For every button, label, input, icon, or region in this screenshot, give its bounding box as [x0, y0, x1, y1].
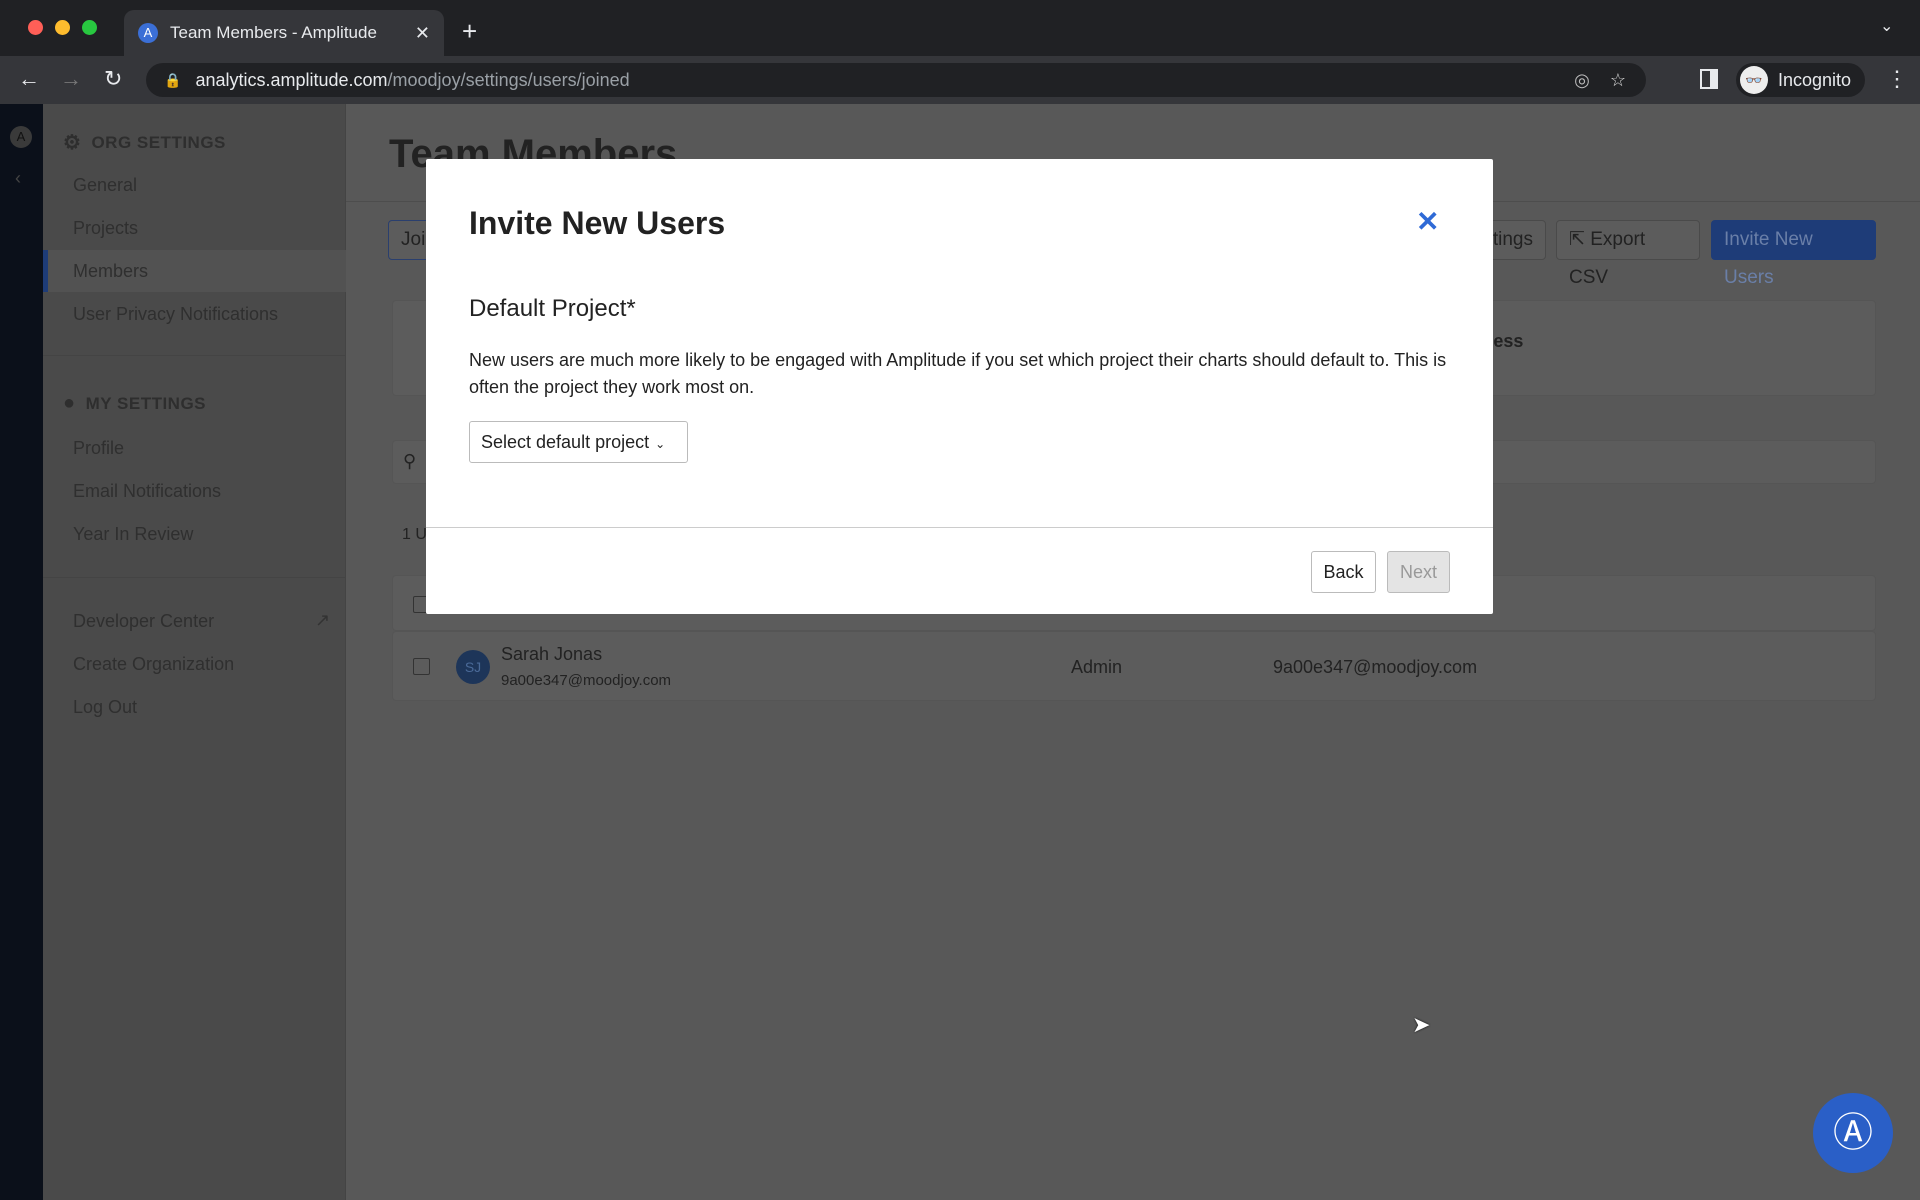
amplitude-favicon-icon: A [138, 23, 158, 43]
row-checkbox[interactable] [413, 658, 430, 675]
close-icon[interactable]: ✕ [1416, 205, 1439, 238]
sidebar-item-profile[interactable]: Profile [43, 427, 346, 469]
external-link-icon: ↗ [315, 610, 331, 630]
sidebar-item-year-in-review[interactable]: Year In Review [43, 513, 346, 555]
invite-users-modal: Invite New Users ✕ Default Project* New … [426, 159, 1493, 614]
collapse-chevron-icon[interactable]: ‹ [15, 168, 21, 189]
divider [43, 355, 346, 356]
sidebar-item-user-privacy-notifications[interactable]: User Privacy Notifications [43, 293, 346, 335]
lock-icon: 🔒 [164, 71, 182, 88]
browser-toolbar: ← → ↻ 🔒 analytics.amplitude.com/moodjoy/… [0, 56, 1920, 104]
close-window-button[interactable] [28, 20, 43, 35]
sidebar-item-general[interactable]: General [43, 164, 346, 206]
my-settings-heading: ● MY SETTINGS [63, 392, 206, 415]
amplitude-help-button[interactable]: Ⓐ [1813, 1093, 1893, 1173]
default-project-select[interactable]: Select default project ⌄ [469, 421, 688, 463]
profile-label: Incognito [1778, 69, 1852, 90]
back-button[interactable]: Back [1311, 551, 1376, 593]
reload-icon[interactable]: ↻ [104, 66, 122, 92]
settings-sidebar: ⚙ ORG SETTINGS General Projects Members U… [43, 104, 346, 1200]
browser-tab[interactable]: A Team Members - Amplitude ✕ [124, 10, 444, 56]
org-settings-label: ORG SETTINGS [91, 132, 226, 152]
browser-tab-bar: A Team Members - Amplitude ✕ + ⌄ [0, 0, 1920, 56]
back-arrow-icon[interactable]: ← [18, 66, 40, 92]
chevron-down-icon: ⌄ [655, 437, 666, 451]
export-csv-button[interactable]: ⇱ Export CSV [1556, 220, 1700, 288]
sidebar-item-log-out[interactable]: Log Out [43, 686, 346, 728]
user-count: 1 U [402, 526, 427, 543]
modal-title: Invite New Users [469, 205, 726, 241]
forward-arrow-icon[interactable]: → [60, 66, 82, 92]
default-project-description: New users are much more likely to be eng… [469, 350, 1447, 397]
side-panel-icon[interactable] [1700, 69, 1718, 89]
address-bar[interactable]: 🔒 analytics.amplitude.com/moodjoy/settin… [146, 63, 1646, 97]
search-icon: ⚲ [403, 451, 417, 471]
user-circle-icon: ● [63, 392, 76, 414]
next-button[interactable]: Next [1387, 551, 1450, 593]
star-icon[interactable]: ☆ [1610, 70, 1626, 91]
menu-kebab-icon[interactable]: ⋮ [1886, 66, 1908, 92]
incognito-icon: 👓 [1740, 66, 1768, 94]
sidebar-item-developer-center[interactable]: Developer Center [43, 600, 346, 642]
url-host: analytics.amplitude.com [195, 69, 388, 90]
user-email-column: 9a00e347@moodjoy.com [1273, 657, 1478, 677]
tab-title: Team Members - Amplitude [170, 23, 377, 42]
sidebar-item-projects[interactable]: Projects [43, 207, 346, 249]
user-name: Sarah Jonas [501, 644, 603, 664]
invite-new-users-button[interactable]: Invite New Users [1711, 220, 1876, 288]
tab-search-chevron-icon[interactable]: ⌄ [1880, 16, 1893, 36]
amplitude-logo-icon: Ⓐ [1833, 1111, 1873, 1155]
user-email: 9a00e347@moodjoy.com [501, 672, 672, 689]
export-icon: ⇱ [1569, 229, 1591, 250]
default-project-label: Default Project* [469, 295, 636, 322]
close-tab-icon[interactable]: ✕ [415, 23, 430, 44]
amplitude-logo-icon[interactable]: A [10, 126, 32, 148]
table-row: SJ Sarah Jonas 9a00e347@moodjoy.com Admi… [392, 631, 1876, 701]
divider [43, 577, 346, 578]
avatar: SJ [456, 650, 490, 684]
maximize-window-button[interactable] [82, 20, 97, 35]
new-tab-icon[interactable]: + [462, 16, 477, 47]
org-settings-heading: ⚙ ORG SETTINGS [63, 130, 226, 155]
sidebar-item-create-organization[interactable]: Create Organization [43, 643, 346, 685]
divider [426, 527, 1493, 528]
app-rail: A ‹ [0, 104, 43, 1200]
gear-icon: ⚙ [63, 132, 82, 154]
sidebar-item-email-notifications[interactable]: Email Notifications [43, 470, 346, 512]
mouse-cursor-icon: ➤ [1412, 1012, 1431, 1037]
eye-off-icon[interactable]: ◎ [1574, 70, 1590, 91]
select-placeholder: Select default project [481, 432, 650, 452]
incognito-profile-button[interactable]: 👓 Incognito [1736, 63, 1866, 97]
user-role: Admin [1071, 657, 1123, 677]
my-settings-label: MY SETTINGS [85, 393, 207, 413]
url-path: /moodjoy/settings/users/joined [387, 69, 630, 90]
sidebar-item-members[interactable]: Members [43, 250, 346, 292]
minimize-window-button[interactable] [55, 20, 70, 35]
